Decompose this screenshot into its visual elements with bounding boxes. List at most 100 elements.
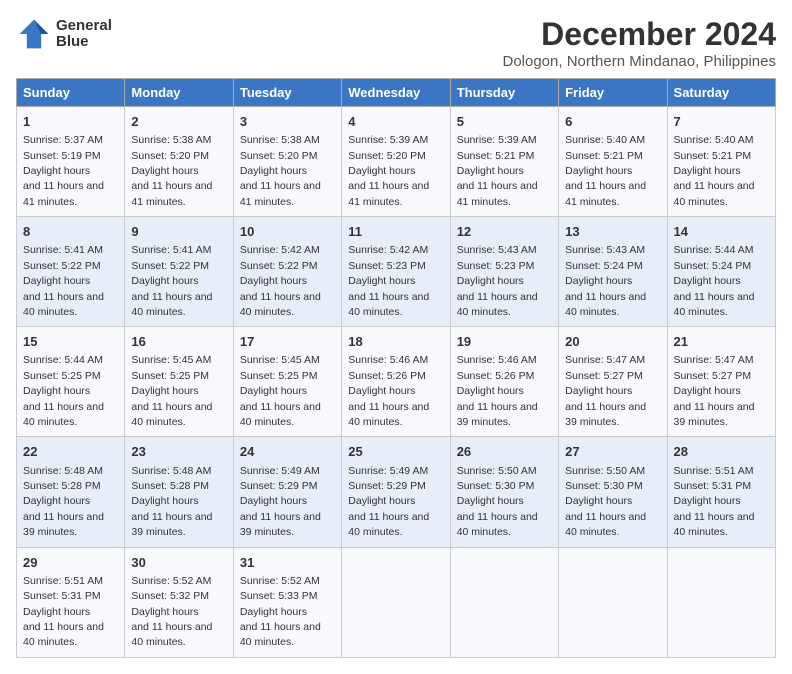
day-number: 30 <box>131 554 226 572</box>
daylight-value: and 11 hours and 40 minutes. <box>240 291 321 318</box>
day-cell <box>559 547 667 657</box>
sunrise: Sunrise: 5:38 AM <box>131 134 211 146</box>
daylight-value: and 11 hours and 40 minutes. <box>457 291 538 318</box>
sunset: Sunset: 5:32 PM <box>131 590 209 602</box>
daylight-value: and 11 hours and 41 minutes. <box>23 180 104 207</box>
sunrise: Sunrise: 5:46 AM <box>457 354 537 366</box>
sunset: Sunset: 5:21 PM <box>565 150 643 162</box>
week-row-4: 22 Sunrise: 5:48 AM Sunset: 5:28 PM Dayl… <box>17 437 776 547</box>
sunset: Sunset: 5:26 PM <box>457 370 535 382</box>
week-row-5: 29 Sunrise: 5:51 AM Sunset: 5:31 PM Dayl… <box>17 547 776 657</box>
day-number: 9 <box>131 223 226 241</box>
sunrise: Sunrise: 5:39 AM <box>457 134 537 146</box>
day-cell: 14 Sunrise: 5:44 AM Sunset: 5:24 PM Dayl… <box>667 217 775 327</box>
sunset: Sunset: 5:21 PM <box>674 150 752 162</box>
day-cell: 29 Sunrise: 5:51 AM Sunset: 5:31 PM Dayl… <box>17 547 125 657</box>
sunset: Sunset: 5:27 PM <box>674 370 752 382</box>
day-cell: 18 Sunrise: 5:46 AM Sunset: 5:26 PM Dayl… <box>342 327 450 437</box>
sunrise: Sunrise: 5:48 AM <box>23 465 103 477</box>
daylight-value: and 11 hours and 40 minutes. <box>674 291 755 318</box>
day-cell: 16 Sunrise: 5:45 AM Sunset: 5:25 PM Dayl… <box>125 327 233 437</box>
column-header-wednesday: Wednesday <box>342 79 450 107</box>
day-cell: 15 Sunrise: 5:44 AM Sunset: 5:25 PM Dayl… <box>17 327 125 437</box>
day-number: 20 <box>565 333 660 351</box>
sunset: Sunset: 5:22 PM <box>23 260 101 272</box>
day-number: 23 <box>131 443 226 461</box>
sunrise: Sunrise: 5:40 AM <box>674 134 754 146</box>
day-cell: 31 Sunrise: 5:52 AM Sunset: 5:33 PM Dayl… <box>233 547 341 657</box>
daylight-value: and 11 hours and 41 minutes. <box>131 180 212 207</box>
daylight-value: and 11 hours and 40 minutes. <box>240 621 321 648</box>
daylight-label: Daylight hours <box>565 165 632 177</box>
day-cell: 22 Sunrise: 5:48 AM Sunset: 5:28 PM Dayl… <box>17 437 125 547</box>
day-cell: 1 Sunrise: 5:37 AM Sunset: 5:19 PM Dayli… <box>17 107 125 217</box>
daylight-value: and 11 hours and 41 minutes. <box>457 180 538 207</box>
sunrise: Sunrise: 5:41 AM <box>23 244 103 256</box>
sunset: Sunset: 5:28 PM <box>131 480 209 492</box>
daylight-value: and 11 hours and 39 minutes. <box>457 401 538 428</box>
day-number: 25 <box>348 443 443 461</box>
day-cell: 26 Sunrise: 5:50 AM Sunset: 5:30 PM Dayl… <box>450 437 558 547</box>
header-row: SundayMondayTuesdayWednesdayThursdayFrid… <box>17 79 776 107</box>
daylight-label: Daylight hours <box>457 385 524 397</box>
daylight-label: Daylight hours <box>674 275 741 287</box>
sunrise: Sunrise: 5:49 AM <box>348 465 428 477</box>
day-number: 4 <box>348 113 443 131</box>
day-cell <box>667 547 775 657</box>
sunrise: Sunrise: 5:40 AM <box>565 134 645 146</box>
day-number: 27 <box>565 443 660 461</box>
sunrise: Sunrise: 5:41 AM <box>131 244 211 256</box>
daylight-value: and 11 hours and 39 minutes. <box>131 511 212 538</box>
daylight-label: Daylight hours <box>131 275 198 287</box>
daylight-value: and 11 hours and 40 minutes. <box>240 401 321 428</box>
logo-icon <box>16 16 52 52</box>
sunrise: Sunrise: 5:39 AM <box>348 134 428 146</box>
daylight-label: Daylight hours <box>348 165 415 177</box>
sunrise: Sunrise: 5:37 AM <box>23 134 103 146</box>
daylight-label: Daylight hours <box>23 495 90 507</box>
daylight-label: Daylight hours <box>23 275 90 287</box>
day-number: 19 <box>457 333 552 351</box>
daylight-label: Daylight hours <box>674 165 741 177</box>
sunset: Sunset: 5:24 PM <box>674 260 752 272</box>
day-cell: 8 Sunrise: 5:41 AM Sunset: 5:22 PM Dayli… <box>17 217 125 327</box>
daylight-label: Daylight hours <box>348 275 415 287</box>
sunrise: Sunrise: 5:44 AM <box>674 244 754 256</box>
day-cell: 9 Sunrise: 5:41 AM Sunset: 5:22 PM Dayli… <box>125 217 233 327</box>
column-header-thursday: Thursday <box>450 79 558 107</box>
sunrise: Sunrise: 5:48 AM <box>131 465 211 477</box>
sunrise: Sunrise: 5:38 AM <box>240 134 320 146</box>
day-cell: 27 Sunrise: 5:50 AM Sunset: 5:30 PM Dayl… <box>559 437 667 547</box>
sunrise: Sunrise: 5:52 AM <box>240 575 320 587</box>
sunset: Sunset: 5:25 PM <box>131 370 209 382</box>
day-cell: 2 Sunrise: 5:38 AM Sunset: 5:20 PM Dayli… <box>125 107 233 217</box>
sunset: Sunset: 5:19 PM <box>23 150 101 162</box>
day-number: 2 <box>131 113 226 131</box>
header: General Blue December 2024 Dologon, Nort… <box>16 16 776 70</box>
sunrise: Sunrise: 5:44 AM <box>23 354 103 366</box>
daylight-label: Daylight hours <box>240 275 307 287</box>
day-number: 6 <box>565 113 660 131</box>
week-row-2: 8 Sunrise: 5:41 AM Sunset: 5:22 PM Dayli… <box>17 217 776 327</box>
day-number: 29 <box>23 554 118 572</box>
daylight-label: Daylight hours <box>348 495 415 507</box>
day-cell: 11 Sunrise: 5:42 AM Sunset: 5:23 PM Dayl… <box>342 217 450 327</box>
daylight-value: and 11 hours and 39 minutes. <box>674 401 755 428</box>
day-cell: 5 Sunrise: 5:39 AM Sunset: 5:21 PM Dayli… <box>450 107 558 217</box>
day-cell: 6 Sunrise: 5:40 AM Sunset: 5:21 PM Dayli… <box>559 107 667 217</box>
day-cell: 25 Sunrise: 5:49 AM Sunset: 5:29 PM Dayl… <box>342 437 450 547</box>
day-cell: 10 Sunrise: 5:42 AM Sunset: 5:22 PM Dayl… <box>233 217 341 327</box>
day-number: 10 <box>240 223 335 241</box>
daylight-value: and 11 hours and 41 minutes. <box>240 180 321 207</box>
sunset: Sunset: 5:20 PM <box>240 150 318 162</box>
daylight-value: and 11 hours and 40 minutes. <box>23 291 104 318</box>
sunrise: Sunrise: 5:46 AM <box>348 354 428 366</box>
day-cell: 21 Sunrise: 5:47 AM Sunset: 5:27 PM Dayl… <box>667 327 775 437</box>
sunset: Sunset: 5:33 PM <box>240 590 318 602</box>
day-cell: 23 Sunrise: 5:48 AM Sunset: 5:28 PM Dayl… <box>125 437 233 547</box>
column-header-friday: Friday <box>559 79 667 107</box>
day-cell: 12 Sunrise: 5:43 AM Sunset: 5:23 PM Dayl… <box>450 217 558 327</box>
daylight-label: Daylight hours <box>240 495 307 507</box>
day-number: 7 <box>674 113 769 131</box>
sunrise: Sunrise: 5:50 AM <box>457 465 537 477</box>
